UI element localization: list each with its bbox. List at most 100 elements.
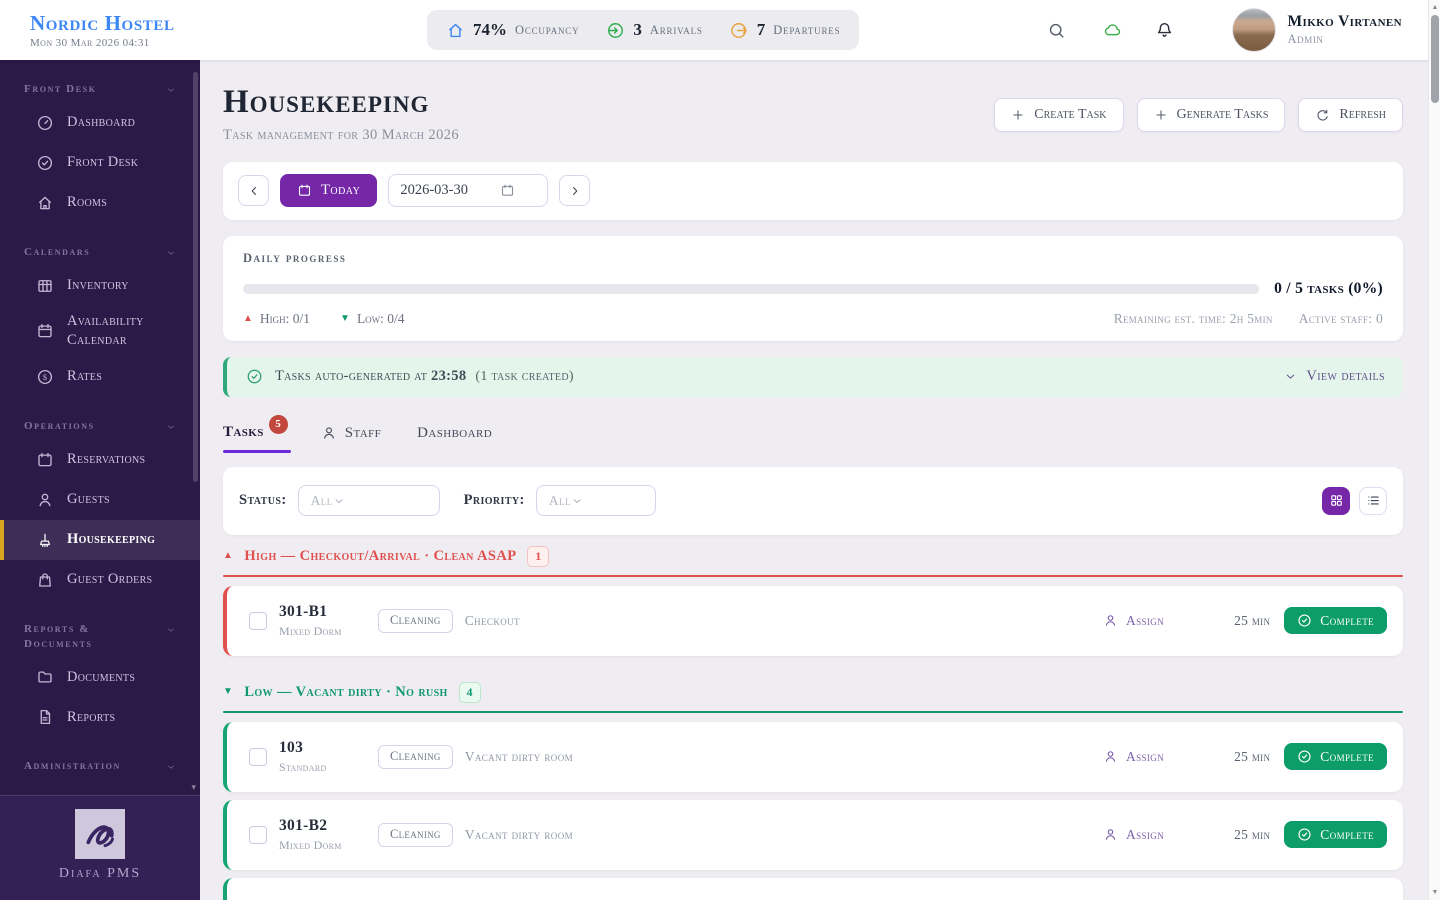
sidebar-item-guests[interactable]: Guests [0, 480, 200, 520]
tab-dashboard[interactable]: Dashboard [417, 425, 492, 453]
page-scrollbar[interactable]: ▲ ▼ [1428, 0, 1440, 900]
chevron-right-icon [568, 184, 582, 198]
sidebar-item-guest-orders[interactable]: Guest Orders [0, 560, 200, 600]
complete-button[interactable]: Complete [1284, 821, 1387, 849]
sidebar-section-administration[interactable]: Administration [24, 759, 176, 774]
svg-text:$: $ [43, 373, 47, 382]
status-filter-select[interactable]: All [297, 485, 440, 517]
person-icon [36, 491, 67, 509]
next-day-button[interactable] [559, 175, 591, 207]
scroll-down-icon[interactable]: ▼ [1429, 889, 1440, 896]
sidebar-item-reservations[interactable]: Reservations [0, 440, 200, 480]
view-details-button[interactable]: View details [1284, 368, 1385, 385]
scroll-down-icon[interactable]: ▾ [191, 783, 196, 792]
task-row: 301-B1 Mixed Dorm Cleaning Checkout Assi… [223, 585, 1403, 656]
filters-bar: Status: All Priority: All [223, 466, 1403, 535]
gauge-icon [36, 114, 67, 132]
group-count-badge: 1 [527, 545, 550, 567]
progress-bar [243, 283, 1260, 294]
complete-button[interactable]: Complete [1284, 607, 1387, 635]
chevron-down-icon [166, 82, 176, 95]
auto-generated-notice: Tasks auto-generated at 23:58 (1 task cr… [223, 356, 1403, 397]
complete-label: Complete [1320, 748, 1374, 764]
page-header: Housekeeping Task management for 30 Marc… [223, 85, 1403, 144]
low-progress: ▼ Low: 0/4 [340, 311, 405, 327]
page-scrollbar-thumb[interactable] [1431, 15, 1439, 103]
task-description: Checkout [464, 612, 520, 628]
sidebar-item-rates[interactable]: $ Rates [0, 357, 200, 397]
today-label: Today [321, 182, 361, 199]
previous-day-button[interactable] [238, 175, 269, 207]
cloud-icon[interactable] [1102, 20, 1124, 40]
high-progress-label: High: 0/1 [259, 310, 311, 326]
sidebar-item-inventory[interactable]: Inventory [0, 266, 200, 306]
occupancy-stat: 74% Occupancy [446, 20, 579, 40]
arrivals-stat: 3 Arrivals [606, 20, 702, 40]
sidebar: Front Desk Dashboard Front Desk Rooms Ca… [0, 60, 200, 900]
sidebar-section-operations[interactable]: Operations [24, 419, 176, 434]
sidebar-scrollbar-thumb[interactable] [193, 72, 198, 482]
sidebar-section-calendars[interactable]: Calendars [24, 245, 176, 260]
sidebar-item-availability-calendar[interactable]: Availability Calendar [0, 306, 200, 357]
sidebar-section-front-desk[interactable]: Front Desk [24, 82, 176, 97]
group-title: High — Checkout/Arrival · Clean ASAP [244, 547, 517, 564]
task-duration: 25 min [1234, 826, 1271, 842]
task-room: 301-B2 [279, 816, 328, 834]
task-checkbox[interactable] [249, 611, 267, 630]
tab-tasks-label: Tasks [223, 423, 264, 440]
assign-button[interactable]: Assign [1103, 613, 1164, 629]
sidebar-item-dashboard[interactable]: Dashboard [0, 103, 200, 143]
section-label-text: Reports & Documents [24, 622, 93, 650]
search-icon[interactable] [1046, 21, 1068, 40]
priority-filter-select[interactable]: All [535, 485, 656, 517]
occupancy-value: 74% [473, 20, 507, 39]
sidebar-item-documents[interactable]: Documents [0, 657, 200, 697]
today-button[interactable]: Today [280, 174, 378, 208]
group-header-low: ▼ Low — Vacant dirty · No rush 4 [223, 681, 1403, 703]
sidebar-item-label: Front Desk [67, 154, 139, 171]
assign-button[interactable]: Assign [1103, 749, 1164, 765]
scroll-up-icon[interactable]: ▲ [1429, 4, 1440, 11]
avatar[interactable] [1231, 8, 1276, 52]
sidebar-item-rooms[interactable]: Rooms [0, 183, 200, 223]
task-row: 301-B2 Mixed Dorm Cleaning Vacant dirty … [223, 799, 1403, 870]
grid-view-button[interactable] [1322, 486, 1350, 515]
bell-icon[interactable] [1154, 20, 1176, 40]
triangle-down-icon: ▼ [340, 312, 350, 324]
calendar-icon[interactable] [500, 183, 515, 198]
page-title-block: Housekeeping Task management for 30 Marc… [223, 85, 459, 144]
create-task-button[interactable]: Create Task [994, 98, 1124, 132]
brush-icon [36, 531, 67, 549]
section-label-text: Calendars [24, 245, 91, 258]
list-view-button[interactable] [1359, 486, 1387, 515]
date-input[interactable] [400, 182, 501, 200]
sidebar-section-reports-documents[interactable]: Reports & Documents [24, 622, 176, 652]
check-circle-icon [36, 154, 67, 172]
complete-button[interactable]: Complete [1284, 743, 1387, 771]
progress-summary: 0 / 5 tasks (0%) [1274, 279, 1383, 297]
generate-tasks-label: Generate Tasks [1176, 107, 1269, 122]
task-checkbox[interactable] [249, 825, 267, 844]
complete-label: Complete [1320, 826, 1374, 842]
sidebar-item-label: Guest Orders [67, 570, 153, 587]
generate-tasks-button[interactable]: Generate Tasks [1136, 98, 1286, 132]
sidebar-item-reports[interactable]: Reports [0, 697, 200, 737]
assign-button[interactable]: Assign [1103, 827, 1164, 843]
refresh-button[interactable]: Refresh [1298, 98, 1403, 132]
tab-staff[interactable]: Staff [321, 425, 381, 453]
chevron-down-icon [1284, 370, 1297, 383]
task-checkbox[interactable] [249, 747, 267, 766]
home-icon [446, 21, 465, 40]
task-room-block: 103 Standard [279, 739, 378, 775]
date-input-wrap [388, 174, 549, 208]
triangle-up-icon: ▲ [223, 550, 234, 562]
sidebar-item-housekeeping[interactable]: Housekeeping [0, 519, 200, 560]
task-duration: 25 min [1234, 748, 1271, 764]
tab-tasks[interactable]: Tasks 5 [223, 414, 291, 453]
user-role: Admin [1287, 32, 1324, 46]
triangle-up-icon: ▲ [243, 312, 253, 324]
person-icon [1103, 749, 1118, 764]
departure-icon [730, 21, 749, 40]
daily-progress-title: Daily progress [243, 250, 347, 265]
sidebar-item-front-desk[interactable]: Front Desk [0, 143, 200, 183]
